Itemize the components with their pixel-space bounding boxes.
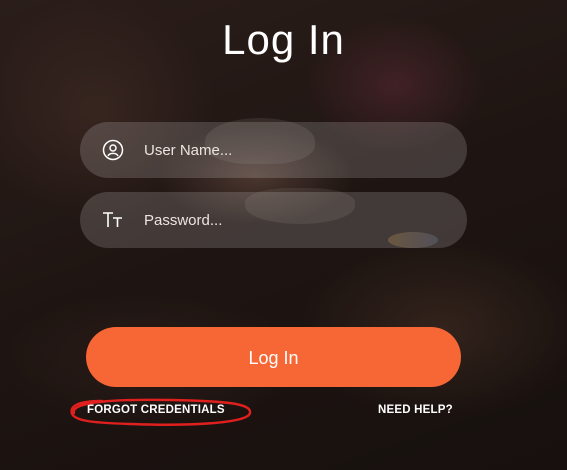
login-button[interactable]: Log In: [86, 327, 461, 387]
login-screen: Log In Log In FORGOT CREDENTIALS NEED HE…: [0, 0, 567, 470]
username-field[interactable]: [80, 122, 467, 178]
need-help-link[interactable]: NEED HELP?: [378, 404, 453, 416]
password-field[interactable]: [80, 192, 467, 248]
text-size-icon: [103, 212, 122, 227]
forgot-credentials-link[interactable]: FORGOT CREDENTIALS: [87, 404, 225, 416]
username-input[interactable]: [144, 122, 444, 178]
user-circle-icon: [102, 139, 124, 161]
password-input[interactable]: [144, 192, 444, 248]
page-title: Log In: [222, 16, 345, 63]
